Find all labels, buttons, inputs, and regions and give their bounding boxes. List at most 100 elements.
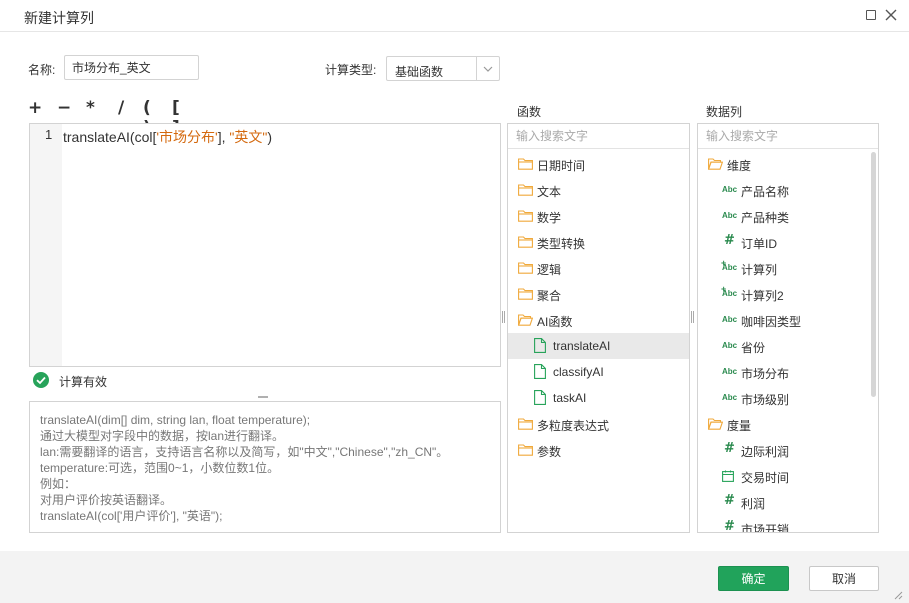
name-input[interactable]: [64, 55, 199, 80]
item-label: 维度: [727, 157, 751, 174]
function-list-item[interactable]: 文本: [508, 177, 689, 203]
plus-operator-button[interactable]: +: [28, 98, 42, 118]
ok-button[interactable]: 确定: [718, 566, 789, 591]
column-list-item[interactable]: #市场开销: [698, 515, 878, 533]
item-label: 度量: [727, 417, 751, 434]
description-line: translateAI(dim[] dim, string lan, float…: [40, 412, 490, 428]
minus-operator-button[interactable]: −: [57, 98, 71, 118]
folder-open-icon: [708, 158, 723, 170]
abc-icon: Abc: [722, 367, 737, 376]
function-list-item[interactable]: 聚合: [508, 281, 689, 307]
column-list-item[interactable]: #利润: [698, 489, 878, 515]
item-label: 边际利润: [741, 443, 789, 460]
functions-panel: 日期时间文本数学类型转换逻辑聚合AI函数 translateAI classifyA…: [507, 123, 690, 533]
code-string-arg2: "英文": [229, 129, 267, 145]
item-label: 咖啡因类型: [741, 313, 801, 330]
close-icon[interactable]: [884, 8, 898, 22]
vertical-resize-handle[interactable]: [502, 311, 505, 323]
column-list-item[interactable]: +Abc 计算列2: [698, 281, 878, 307]
maximize-icon[interactable]: [864, 8, 878, 22]
hash-icon: #: [724, 493, 735, 508]
hash-icon: #: [724, 519, 735, 533]
description-line: lan:需要翻译的语言，支持语言名称以及简写，如"中文","Chinese","…: [40, 444, 490, 460]
divide-operator-button[interactable]: /: [118, 98, 124, 118]
functions-search-input[interactable]: [508, 124, 689, 149]
chevron-down-icon[interactable]: [476, 57, 499, 80]
column-list-item[interactable]: Abc市场级别: [698, 385, 878, 411]
column-list-item[interactable]: 维度: [698, 151, 878, 177]
description-line: translateAI(col['用户评价'], "英语");: [40, 508, 490, 524]
column-list-item[interactable]: Abc 市场分布: [698, 359, 878, 385]
columns-scrollbar[interactable]: [871, 152, 876, 397]
calc-type-label: 计算类型:: [325, 61, 376, 78]
column-list-item[interactable]: Abc咖啡因类型: [698, 307, 878, 333]
function-list-item[interactable]: 多粒度表达式: [508, 411, 689, 437]
horizontal-resize-handle[interactable]: [258, 396, 268, 398]
file-icon: [534, 338, 546, 353]
column-list-item[interactable]: +Abc计算列: [698, 255, 878, 281]
description-line: temperature:可选，范围0~1，小数位数1位。: [40, 460, 490, 476]
item-label: 数学: [537, 209, 561, 226]
cancel-button[interactable]: 取消: [809, 566, 879, 591]
function-list-item[interactable]: taskAI: [508, 385, 689, 411]
abc-icon: Abc: [722, 341, 737, 350]
file-icon: [534, 390, 546, 405]
formula-code[interactable]: translateAI(col['市场分布'], "英文"): [63, 127, 272, 147]
file-icon: [534, 364, 546, 379]
item-label: 逻辑: [537, 261, 561, 278]
function-list-item[interactable]: classifyAI: [508, 359, 689, 385]
function-list-item[interactable]: AI函数: [508, 307, 689, 333]
vertical-resize-handle[interactable]: [691, 311, 694, 323]
item-label: taskAI: [553, 391, 586, 405]
column-list-item[interactable]: Abc产品种类: [698, 203, 878, 229]
formula-editor[interactable]: 1 translateAI(col['市场分布'], "英文"): [29, 123, 501, 367]
folder-icon: [518, 444, 533, 456]
item-label: 文本: [537, 183, 561, 200]
folder-icon: [518, 158, 533, 170]
check-circle-icon: [33, 372, 49, 388]
line-number: 1: [45, 127, 52, 142]
item-label: 产品种类: [741, 209, 789, 226]
item-label: 交易时间: [741, 469, 789, 486]
resize-grip-icon[interactable]: [893, 589, 903, 599]
columns-search-input[interactable]: [698, 124, 878, 149]
description-line: 通过大模型对字段中的数据，按lan进行翻译。: [40, 428, 490, 444]
columns-panel-title: 数据列: [706, 103, 742, 120]
function-list-item[interactable]: 数学: [508, 203, 689, 229]
function-list-item[interactable]: 逻辑: [508, 255, 689, 281]
item-label: 市场分布: [741, 365, 789, 382]
calc-type-value: 基础函数: [395, 63, 443, 80]
function-list-item[interactable]: 日期时间: [508, 151, 689, 177]
hash-icon: #: [724, 441, 735, 456]
dialog-title: 新建计算列: [24, 8, 94, 28]
item-label: translateAI: [553, 339, 610, 353]
column-list-item[interactable]: #订单ID: [698, 229, 878, 255]
item-label: classifyAI: [553, 365, 604, 379]
folder-icon: [518, 288, 533, 300]
column-list-item[interactable]: # 边际利润: [698, 437, 878, 463]
validation-text: 计算有效: [59, 373, 107, 390]
function-list-item[interactable]: 参数: [508, 437, 689, 463]
calendar-icon: [722, 470, 734, 482]
item-label: 类型转换: [537, 235, 585, 252]
item-label: 日期时间: [537, 157, 585, 174]
column-list-item[interactable]: 交易时间: [698, 463, 878, 489]
calc-type-select[interactable]: 基础函数: [386, 56, 500, 81]
function-list-item[interactable]: translateAI: [508, 333, 689, 359]
code-string-arg1: '市场分布': [156, 129, 217, 145]
folder-icon: [518, 184, 533, 196]
column-list-item[interactable]: Abc 产品名称: [698, 177, 878, 203]
abc-icon: Abc: [722, 185, 737, 194]
multiply-operator-button[interactable]: *: [86, 98, 95, 118]
new-calculated-column-dialog: 新建计算列 名称: 计算类型: 基础函数 + − * / ( ) [ ] 1 t…: [0, 0, 909, 603]
calc-abc-icon: +Abc: [722, 289, 737, 298]
column-list-item[interactable]: 度量: [698, 411, 878, 437]
item-label: 订单ID: [741, 235, 777, 252]
column-list-item[interactable]: Abc 省份: [698, 333, 878, 359]
item-label: 计算列2: [741, 287, 784, 304]
function-list-item[interactable]: 类型转换: [508, 229, 689, 255]
name-label: 名称:: [28, 61, 55, 78]
item-label: 省份: [741, 339, 765, 356]
item-label: 产品名称: [741, 183, 789, 200]
folder-open-icon: [518, 314, 533, 326]
